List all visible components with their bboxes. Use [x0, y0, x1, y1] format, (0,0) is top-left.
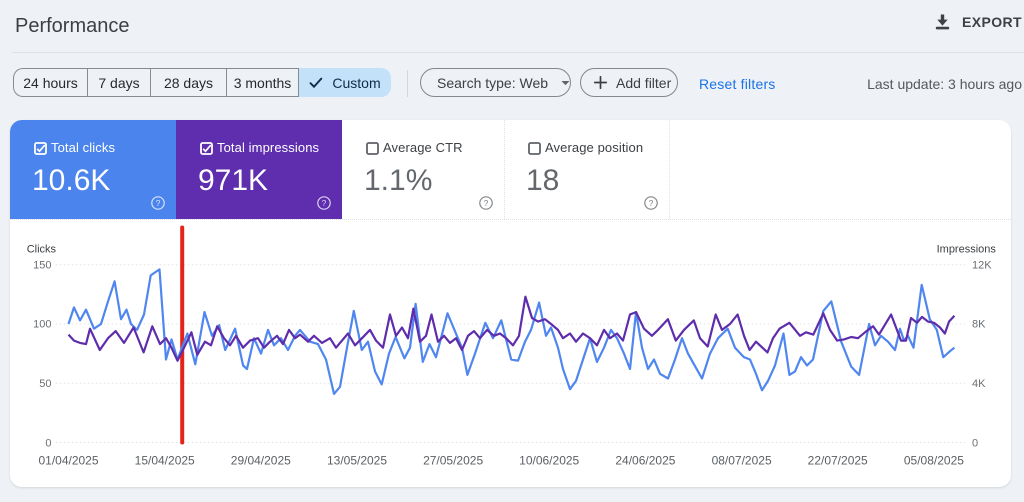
svg-text:12K: 12K [972, 260, 992, 272]
svg-text:100: 100 [33, 319, 51, 331]
svg-text:Impressions: Impressions [937, 244, 997, 256]
svg-text:05/08/2025: 05/08/2025 [904, 454, 964, 468]
svg-text:10/06/2025: 10/06/2025 [519, 454, 579, 468]
svg-text:01/04/2025: 01/04/2025 [38, 454, 98, 468]
svg-text:27/05/2025: 27/05/2025 [423, 454, 483, 468]
svg-text:0: 0 [972, 437, 978, 449]
svg-text:Clicks: Clicks [27, 244, 57, 256]
svg-text:8K: 8K [972, 319, 986, 331]
svg-text:4K: 4K [972, 378, 986, 390]
svg-text:?: ? [156, 198, 161, 208]
svg-text:15/04/2025: 15/04/2025 [135, 454, 195, 468]
svg-text:08/07/2025: 08/07/2025 [712, 454, 772, 468]
svg-text:22/07/2025: 22/07/2025 [808, 454, 868, 468]
svg-text:0: 0 [45, 437, 51, 449]
svg-text:29/04/2025: 29/04/2025 [231, 454, 291, 468]
svg-text:13/05/2025: 13/05/2025 [327, 454, 387, 468]
svg-text:150: 150 [33, 260, 51, 272]
svg-text:50: 50 [39, 378, 51, 390]
svg-text:?: ? [322, 198, 327, 208]
svg-text:?: ? [649, 198, 654, 208]
svg-text:?: ? [484, 198, 489, 208]
svg-text:24/06/2025: 24/06/2025 [615, 454, 675, 468]
